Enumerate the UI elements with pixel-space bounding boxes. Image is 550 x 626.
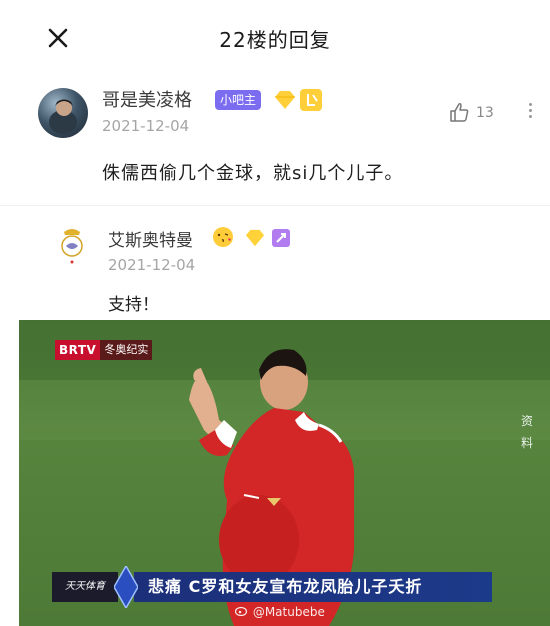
reply-date: 2021-12-04 [108,256,196,274]
username[interactable]: 哥是美凌格 [102,86,192,112]
header: 22楼的回复 [0,0,550,78]
caption-logo: 天天体育 [52,572,118,602]
channel-logo: BRTV 冬奥纪实 [55,340,153,360]
news-caption: 悲痛 C罗和女友宣布龙凤胎儿子夭折 [134,572,492,602]
thumbs-up-icon[interactable] [448,101,470,127]
diamond-badge-icon [244,228,266,252]
like-count: 13 [476,105,494,121]
comment-text: 侏儒西偷几个金球，就si几个儿子。 [102,163,404,184]
watermark-text: @Matubebe [252,605,325,619]
real-madrid-crest-avatar[interactable] [56,226,88,266]
reply-text: 支持！ [108,295,159,315]
news-caption-bar: 天天体育 悲痛 C罗和女友宣布龙凤胎儿子夭折 [52,564,492,610]
diamond-badge-icon [273,89,297,115]
brtv-logo: BRTV [55,340,101,360]
admin-badge: 小吧主 [215,90,262,110]
weibo-icon [234,606,248,617]
page-title: 22楼的回复 [219,28,331,52]
news-image[interactable]: BRTV 冬奥纪实 资料 天天体育 悲痛 C罗和女友宣布龙凤胎儿子夭折 @Mat… [19,320,550,626]
post-date: 2021-12-04 [102,117,190,135]
kiss-emoji-icon [212,226,234,248]
level-badge-icon [272,229,290,247]
caption-diamond-icon [113,564,139,612]
more-options-icon[interactable] [526,100,534,128]
weibo-watermark: @Matubebe [234,605,325,619]
reply-username[interactable]: 艾斯奥特曼 [108,226,193,251]
avatar[interactable] [38,88,88,138]
channel-name: 冬奥纪实 [100,340,153,360]
level-badge-icon [300,89,322,111]
divider [0,205,550,206]
archive-label: 资料 [520,414,533,450]
